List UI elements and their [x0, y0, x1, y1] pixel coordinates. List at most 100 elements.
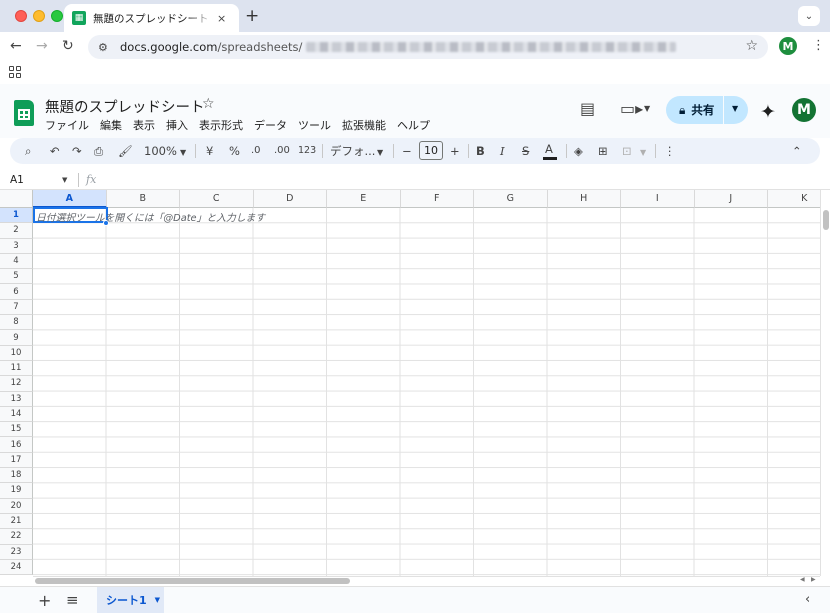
vertical-scroll-thumb[interactable]	[823, 210, 829, 230]
merge-caret-icon[interactable]: ▼	[640, 145, 646, 161]
menu-view[interactable]: 表示	[133, 117, 155, 133]
font-size-input[interactable]: 10	[419, 141, 443, 160]
row-header-12[interactable]: 12	[0, 376, 33, 392]
share-options-caret-icon[interactable]: ▼	[732, 104, 738, 113]
site-settings-icon[interactable]: ⚙	[98, 41, 112, 54]
chrome-profile-avatar[interactable]: M	[779, 37, 797, 55]
row-header-10[interactable]: 10	[0, 345, 33, 361]
increase-font-size-icon[interactable]: +	[450, 143, 460, 159]
bold-button[interactable]: B	[476, 143, 485, 159]
tab-search-button[interactable]: ⌄	[798, 6, 820, 26]
spreadsheet-grid[interactable]: ABCDEFGHIJK 1 2 3 4 5 6 7 8 9 10 11 12 13 14 15 16 17 18 1…	[0, 190, 820, 576]
row-header-19[interactable]: 19	[0, 483, 33, 499]
menu-insert[interactable]: 挿入	[166, 117, 188, 133]
name-box[interactable]: A1	[10, 174, 24, 186]
row-header-8[interactable]: 8	[0, 315, 33, 331]
menu-format[interactable]: 表示形式	[199, 117, 243, 133]
column-header-k[interactable]: K	[768, 190, 820, 208]
decrease-font-size-icon[interactable]: −	[402, 143, 412, 159]
column-header-b[interactable]: B	[106, 190, 180, 208]
column-header-i[interactable]: I	[621, 190, 695, 208]
row-header-22[interactable]: 22	[0, 529, 33, 545]
row-header-14[interactable]: 14	[0, 406, 33, 423]
horizontal-scrollbar[interactable]	[33, 576, 820, 584]
select-all-corner[interactable]	[0, 190, 33, 208]
undo-icon[interactable]: ↶	[50, 143, 60, 159]
print-icon[interactable]: ⎙	[94, 143, 103, 159]
sheet-tab-1[interactable]: シート1 ▼	[97, 587, 164, 613]
currency-format-button[interactable]: ¥	[206, 143, 213, 159]
row-header-1[interactable]: 1	[0, 208, 33, 224]
document-title[interactable]: 無題のスプレッドシート	[45, 96, 205, 117]
column-header-f[interactable]: F	[400, 190, 474, 208]
row-header-21[interactable]: 21	[0, 513, 33, 530]
paint-format-icon[interactable]: 🖌︎	[118, 143, 133, 159]
url-bar[interactable]: ⚙ docs.google.com/spreadsheets/ ☆	[88, 35, 768, 59]
row-header-11[interactable]: 11	[0, 360, 33, 377]
column-header-d[interactable]: D	[253, 190, 327, 208]
row-header-16[interactable]: 16	[0, 437, 33, 453]
row-header-9[interactable]: 9	[0, 330, 33, 346]
chrome-menu-icon[interactable]: ⋮	[812, 38, 825, 53]
text-color-button[interactable]: A	[545, 141, 553, 157]
row-header-15[interactable]: 15	[0, 422, 33, 438]
fill-color-icon[interactable]: ◈	[574, 143, 583, 159]
menu-data[interactable]: データ	[254, 117, 287, 133]
close-window-button[interactable]	[15, 10, 27, 22]
decrease-decimal-button[interactable]: .0	[251, 143, 261, 159]
row-header-4[interactable]: 4	[0, 253, 33, 270]
percent-format-button[interactable]: %	[229, 143, 240, 159]
zoom-caret-icon[interactable]: ▼	[180, 145, 186, 161]
share-button[interactable]: 🔒︎ 共有 ▼	[666, 96, 748, 124]
cell-area[interactable]	[33, 208, 820, 576]
more-options-icon[interactable]: ⋮	[664, 143, 676, 159]
tab-close-icon[interactable]: ×	[217, 12, 226, 25]
row-header-3[interactable]: 3	[0, 238, 33, 254]
column-header-a[interactable]: A	[33, 190, 107, 208]
row-header-17[interactable]: 17	[0, 452, 33, 469]
account-avatar[interactable]: M	[792, 98, 816, 122]
font-caret-icon[interactable]: ▼	[377, 145, 383, 161]
row-header-13[interactable]: 13	[0, 391, 33, 407]
zoom-select[interactable]: 100%	[144, 143, 177, 159]
sheets-logo-icon[interactable]	[14, 100, 34, 126]
scroll-right-arrow-icon[interactable]: ▶	[811, 576, 816, 583]
star-document-icon[interactable]: ☆	[202, 96, 215, 112]
vertical-scrollbar[interactable]	[820, 190, 830, 576]
sheet-tab-caret-icon[interactable]: ▼	[155, 596, 160, 604]
menu-file[interactable]: ファイル	[45, 117, 89, 133]
bookmark-star-icon[interactable]: ☆	[745, 38, 758, 54]
maximize-window-button[interactable]	[51, 10, 63, 22]
row-header-6[interactable]: 6	[0, 284, 33, 300]
gemini-sparkle-icon[interactable]: ✦	[760, 101, 776, 123]
minimize-window-button[interactable]	[33, 10, 45, 22]
meet-caret-icon[interactable]: ▼	[644, 104, 650, 113]
italic-button[interactable]: I	[500, 143, 505, 159]
browser-tab[interactable]: ▦ 無題のスプレッドシート - Google スプレッドシート ×	[64, 4, 239, 32]
row-header-24[interactable]: 24	[0, 559, 33, 576]
menu-tools[interactable]: ツール	[298, 117, 331, 133]
menu-help[interactable]: ヘルプ	[397, 117, 430, 133]
comment-history-icon[interactable]: ▤	[580, 99, 595, 118]
merge-cells-icon[interactable]: ⊡	[622, 143, 632, 159]
borders-icon[interactable]: ⊞	[598, 143, 608, 159]
add-sheet-button[interactable]: +	[38, 591, 51, 610]
reload-icon[interactable]: ↻	[62, 38, 74, 54]
meet-video-icon[interactable]: ▭▸	[620, 99, 643, 118]
column-header-c[interactable]: C	[180, 190, 254, 208]
apps-grid-icon[interactable]	[9, 66, 21, 78]
row-header-18[interactable]: 18	[0, 468, 33, 484]
search-menus-icon[interactable]: ⌕	[25, 143, 31, 159]
column-header-e[interactable]: E	[327, 190, 401, 208]
all-sheets-menu-icon[interactable]: ≡	[66, 591, 79, 609]
font-family-select[interactable]: デフォ...	[330, 143, 375, 159]
row-header-5[interactable]: 5	[0, 269, 33, 285]
column-header-j[interactable]: J	[694, 190, 768, 208]
redo-icon[interactable]: ↷	[72, 143, 82, 159]
name-box-caret-icon[interactable]: ▼	[62, 176, 67, 184]
column-header-h[interactable]: H	[547, 190, 621, 208]
scroll-left-arrow-icon[interactable]: ◀	[800, 576, 805, 583]
column-header-g[interactable]: G	[474, 190, 548, 208]
strikethrough-button[interactable]: S	[522, 143, 529, 159]
new-tab-button[interactable]: +	[245, 6, 259, 26]
